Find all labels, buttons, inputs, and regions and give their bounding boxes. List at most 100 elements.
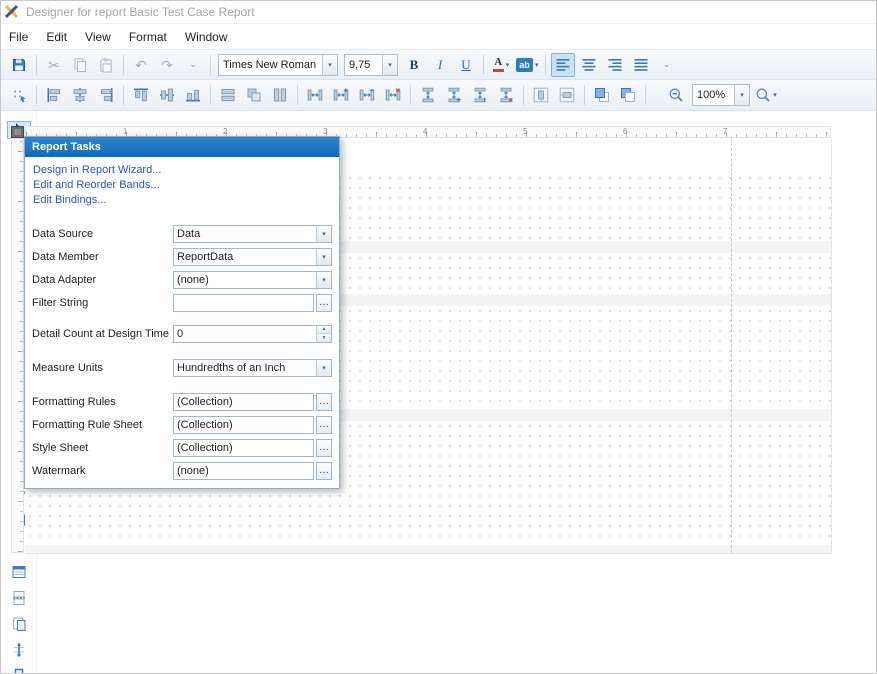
band-bottom-margin[interactable] xyxy=(25,545,831,553)
toolbox-page-break[interactable] xyxy=(7,589,31,607)
zoom-dropdown-button[interactable]: ▾ xyxy=(754,83,778,107)
toolbox-cross-band-box[interactable] xyxy=(7,667,31,674)
h-spacing-equal-button[interactable] xyxy=(303,83,327,107)
align-lefts-button[interactable] xyxy=(42,83,66,107)
align-text-right-icon xyxy=(607,57,623,73)
copy-button[interactable] xyxy=(68,53,92,77)
toolbox-cross-band-line[interactable] xyxy=(7,641,31,659)
spacer xyxy=(25,345,339,356)
chevron-down-icon[interactable]: ▾ xyxy=(506,61,510,69)
menu-item-file[interactable]: File xyxy=(9,26,38,48)
chevron-down-icon[interactable]: ▾ xyxy=(734,85,749,105)
font-name-combo[interactable]: Times New Roman ▾ xyxy=(218,54,338,76)
filter-string-input[interactable] xyxy=(173,294,314,312)
font-size-combo[interactable]: 9,75 ▾ xyxy=(344,54,398,76)
menu-item-view[interactable]: View xyxy=(85,26,121,48)
align-to-grid-button[interactable] xyxy=(7,83,31,107)
ruler-corner[interactable] xyxy=(11,126,24,138)
underline-button[interactable]: U xyxy=(454,53,478,77)
separator xyxy=(297,85,298,105)
align-tops-button[interactable] xyxy=(129,83,153,107)
field-label: Data Source xyxy=(32,228,173,240)
h-spacing-remove-button[interactable] xyxy=(381,83,405,107)
italic-button[interactable]: I xyxy=(428,53,452,77)
spin-up-icon[interactable]: ▲ xyxy=(317,326,331,334)
align-rights-button[interactable] xyxy=(94,83,118,107)
formatting-rules-ellipsis-button[interactable]: … xyxy=(316,393,332,411)
cut-button[interactable]: ✂ xyxy=(42,53,66,77)
make-same-size-button[interactable] xyxy=(242,83,266,107)
watermark-input[interactable]: (none) xyxy=(173,462,314,480)
toolbox-table-of-contents[interactable] xyxy=(7,563,31,581)
h-spacing-increase-button[interactable] xyxy=(329,83,353,107)
align-middles-button[interactable] xyxy=(155,83,179,107)
font-color-button[interactable]: A ▾ xyxy=(489,53,513,77)
v-spacing-remove-button[interactable] xyxy=(494,83,518,107)
formatting-rules-input[interactable]: (Collection) xyxy=(173,393,314,411)
v-spacing-decrease-button[interactable] xyxy=(468,83,492,107)
chevron-down-icon[interactable]: ▾ xyxy=(316,360,331,376)
vertical-ruler[interactable] xyxy=(11,138,24,553)
highlight-color-button[interactable]: ab ▾ xyxy=(515,53,540,77)
spinner-buttons[interactable]: ▲ ▼ xyxy=(316,326,331,342)
align-bottoms-button[interactable] xyxy=(181,83,205,107)
data-adapter-combo[interactable]: (none) ▾ xyxy=(173,271,332,289)
link-design-in-report-wizard[interactable]: Design in Report Wizard... xyxy=(33,163,339,178)
data-source-combo[interactable]: Data ▾ xyxy=(173,225,332,243)
style-sheet-input[interactable]: (Collection) xyxy=(173,439,314,457)
v-spacing-equal-button[interactable] xyxy=(416,83,440,107)
menu-item-window[interactable]: Window xyxy=(185,26,238,48)
make-same-height-button[interactable] xyxy=(268,83,292,107)
chevron-down-icon[interactable]: ▾ xyxy=(535,61,539,69)
bold-button[interactable]: B xyxy=(402,53,426,77)
send-to-back-button[interactable] xyxy=(616,83,640,107)
menu-item-edit[interactable]: Edit xyxy=(46,26,77,48)
link-edit-and-reorder-bands[interactable]: Edit and Reorder Bands... xyxy=(33,178,339,193)
detail-count-spinner[interactable]: 0 ▲ ▼ xyxy=(173,325,332,343)
make-same-width-button[interactable] xyxy=(216,83,240,107)
spin-down-icon[interactable]: ▼ xyxy=(317,333,331,342)
filter-string-ellipsis-button[interactable]: … xyxy=(316,294,332,312)
designer-window: Designer for report Basic Test Case Repo… xyxy=(0,0,877,674)
center-vertically-button[interactable] xyxy=(555,83,579,107)
center-horizontally-button[interactable] xyxy=(529,83,553,107)
chevron-down-icon: ⌄ xyxy=(663,60,671,69)
separator xyxy=(123,55,124,75)
formatting-rule-sheet-input[interactable]: (Collection) xyxy=(173,416,314,434)
menu-item-format[interactable]: Format xyxy=(129,26,177,48)
data-member-combo[interactable]: ReportData ▾ xyxy=(173,248,332,266)
toolbar-overflow-button[interactable]: ⌄ xyxy=(655,53,679,77)
h-spacing-decrease-button[interactable] xyxy=(355,83,379,107)
chevron-down-icon[interactable]: ▾ xyxy=(316,226,331,242)
paste-button[interactable] xyxy=(94,53,118,77)
chevron-down-icon[interactable]: ▾ xyxy=(316,272,331,288)
field-label: Watermark xyxy=(32,465,173,477)
table-of-contents-icon xyxy=(11,564,27,580)
undo-button[interactable]: ↶ xyxy=(129,53,153,77)
report-tasks-popup: Report Tasks Design in Report Wizard... … xyxy=(24,136,340,489)
save-button[interactable] xyxy=(7,53,31,77)
align-text-justify-button[interactable] xyxy=(629,53,653,77)
style-sheet-ellipsis-button[interactable]: … xyxy=(316,439,332,457)
chevron-down-icon[interactable]: ▾ xyxy=(382,55,397,75)
toolbox-subreport[interactable] xyxy=(7,615,31,633)
h-spacing-decrease-icon xyxy=(359,87,375,103)
chevron-down-icon[interactable]: ▾ xyxy=(322,55,337,75)
redo-button[interactable]: ↷ xyxy=(155,53,179,77)
align-text-right-button[interactable] xyxy=(603,53,627,77)
chevron-down-icon[interactable]: ▾ xyxy=(316,249,331,265)
align-text-left-button[interactable] xyxy=(551,53,575,77)
watermark-ellipsis-button[interactable]: … xyxy=(316,462,332,480)
align-centers-button[interactable] xyxy=(68,83,92,107)
field-label: Formatting Rule Sheet xyxy=(32,419,173,431)
link-edit-bindings[interactable]: Edit Bindings... xyxy=(33,193,339,208)
zoom-combo[interactable]: 100% ▾ xyxy=(692,84,750,106)
align-text-center-button[interactable] xyxy=(577,53,601,77)
formatting-rule-sheet-ellipsis-button[interactable]: … xyxy=(316,416,332,434)
zoom-out-button[interactable] xyxy=(664,83,688,107)
bring-to-front-button[interactable] xyxy=(590,83,614,107)
measure-units-combo[interactable]: Hundredths of an Inch ▾ xyxy=(173,359,332,377)
v-spacing-increase-button[interactable] xyxy=(442,83,466,107)
underline-icon: U xyxy=(461,57,470,73)
undo-redo-dropdown[interactable]: ⌄ xyxy=(181,53,205,77)
